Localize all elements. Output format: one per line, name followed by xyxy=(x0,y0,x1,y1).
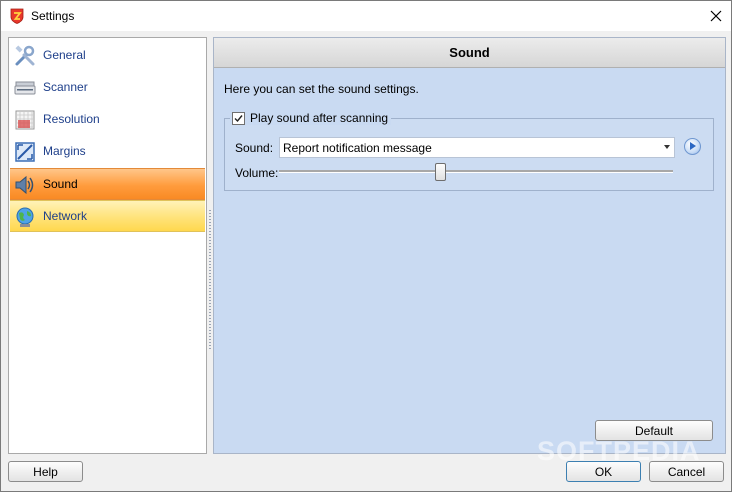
sidebar-item-label: Margins xyxy=(43,144,86,158)
panel-title: Sound xyxy=(214,38,725,68)
play-sound-checkbox[interactable] xyxy=(232,111,245,125)
ok-button[interactable]: OK xyxy=(566,461,641,482)
sidebar-item-network[interactable]: Network xyxy=(10,200,205,232)
panel-splitter[interactable] xyxy=(208,40,212,452)
cancel-button[interactable]: Cancel xyxy=(649,461,724,482)
margins-icon xyxy=(15,142,35,162)
sound-groupbox: Play sound after scanning Sound: Report … xyxy=(224,111,714,191)
sidebar-item-label: Scanner xyxy=(43,80,88,94)
checkmark-icon xyxy=(234,114,243,122)
tools-icon xyxy=(15,45,35,66)
resolution-grid-icon xyxy=(15,110,35,130)
help-button[interactable]: Help xyxy=(8,461,83,482)
volume-label: Volume: xyxy=(235,166,279,180)
volume-slider-thumb[interactable] xyxy=(435,163,447,181)
globe-icon xyxy=(16,207,34,227)
close-icon xyxy=(710,10,722,22)
play-icon xyxy=(690,142,696,150)
sidebar-item-label: Resolution xyxy=(43,112,100,126)
scanner-icon xyxy=(14,81,36,95)
sound-label: Sound: xyxy=(235,141,274,155)
splitter-grip xyxy=(209,210,211,350)
sidebar-item-general[interactable]: General xyxy=(10,40,205,71)
close-button[interactable] xyxy=(701,1,731,31)
speaker-icon xyxy=(15,175,34,195)
play-sound-button[interactable] xyxy=(684,138,701,155)
window-title: Settings xyxy=(31,9,75,23)
chevron-down-icon xyxy=(664,145,670,149)
panel-description: Here you can set the sound settings. xyxy=(224,82,419,96)
play-sound-toggle[interactable]: Play sound after scanning xyxy=(230,111,392,125)
settings-nav: General Scanner Resolution Margins Sound… xyxy=(8,37,207,454)
sound-settings-panel: Sound Here you can set the sound setting… xyxy=(213,37,726,454)
app-shield-icon xyxy=(10,8,24,24)
sidebar-item-resolution[interactable]: Resolution xyxy=(10,104,205,135)
sidebar-item-label: Sound xyxy=(43,177,78,191)
sidebar-item-scanner[interactable]: Scanner xyxy=(10,72,205,103)
volume-slider-track[interactable] xyxy=(279,170,673,173)
sidebar-item-margins[interactable]: Margins xyxy=(10,136,205,167)
play-sound-label: Play sound after scanning xyxy=(250,111,389,125)
sound-dropdown[interactable]: Report notification message xyxy=(279,137,675,158)
sidebar-item-label: Network xyxy=(43,209,88,223)
sidebar-item-sound[interactable]: Sound xyxy=(10,168,205,200)
sound-dropdown-value: Report notification message xyxy=(283,141,432,155)
sidebar-item-label: General xyxy=(43,48,86,62)
title-bar: Settings xyxy=(1,1,731,31)
